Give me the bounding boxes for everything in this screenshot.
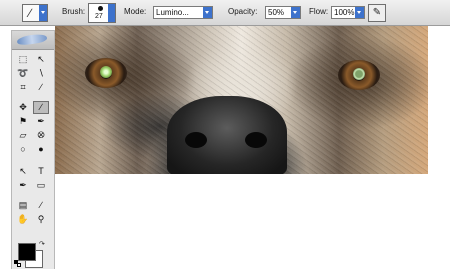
move-tool[interactable]: ↖ xyxy=(33,53,49,66)
marquee-tool[interactable]: ⬚ xyxy=(15,53,31,66)
brush-picker[interactable]: 27 xyxy=(88,3,116,23)
chevron-down-icon xyxy=(355,7,364,18)
palette-header[interactable] xyxy=(12,31,54,50)
lasso-tool[interactable]: ➰ xyxy=(15,67,31,80)
shape-tool[interactable]: ▭ xyxy=(33,179,49,192)
tool-preset-picker[interactable]: ∕ xyxy=(22,4,48,22)
pen-icon: ✒ xyxy=(19,180,27,190)
airbrush-toggle[interactable]: ✎ xyxy=(368,4,386,22)
flow-value: 100% xyxy=(334,8,355,17)
crop-tool[interactable]: ⌗ xyxy=(15,81,31,94)
marquee-icon: ⬚ xyxy=(18,54,28,64)
bucket-icon: ⭙ xyxy=(37,130,45,140)
healing-brush-tool[interactable]: ✥ xyxy=(15,101,31,114)
brush-size: 27 xyxy=(95,13,103,20)
document-canvas[interactable] xyxy=(55,26,428,174)
eraser-tool[interactable]: ▱ xyxy=(15,129,31,142)
airbrush-icon: ✎ xyxy=(372,7,382,18)
notes-tool[interactable]: ▤ xyxy=(15,199,31,212)
pen-tool[interactable]: ✒ xyxy=(15,179,31,192)
dodge-icon: ● xyxy=(38,144,44,154)
nostril xyxy=(245,132,267,148)
magnifier-icon: ⚲ xyxy=(37,214,45,224)
opacity-value: 50% xyxy=(268,8,285,17)
chevron-down-icon xyxy=(108,4,115,22)
tools-palette: ⬚ ↖ ➰ ∖ ⌗ ∕ ✥ ∕ ⚑ ✒ ▱ ⭙ ○ ● ↖ T ✒ ▭ ▤ ∕ … xyxy=(11,30,55,269)
bandage-icon: ✥ xyxy=(19,102,27,112)
nostril xyxy=(185,132,207,148)
chevron-down-icon xyxy=(291,7,300,18)
path-selection-tool[interactable]: ↖ xyxy=(15,165,31,178)
dog-nose xyxy=(167,96,287,174)
stamp-icon: ⚑ xyxy=(18,116,28,126)
brush-tool[interactable]: ∕ xyxy=(33,101,49,114)
default-colors-icon[interactable] xyxy=(14,260,21,267)
hand-tool[interactable]: ✋ xyxy=(15,213,31,226)
foreground-color-swatch[interactable] xyxy=(18,243,36,261)
eye-glow xyxy=(353,68,365,80)
flow-label: Flow: xyxy=(309,7,329,16)
chevron-down-icon xyxy=(203,7,212,18)
flow-field[interactable]: 100% xyxy=(331,6,365,19)
magic-wand-icon: ∖ xyxy=(38,68,44,78)
lasso-icon: ➰ xyxy=(17,68,29,78)
history-brush-icon: ✒ xyxy=(37,116,45,126)
move-icon: ↖ xyxy=(37,54,45,64)
brush-icon: ∕ xyxy=(29,6,32,20)
dodge-tool[interactable]: ● xyxy=(33,143,49,156)
swap-colors-icon[interactable]: ↷ xyxy=(39,240,45,248)
eyedropper-tool[interactable]: ∕ xyxy=(33,199,49,212)
arrow-icon: ↖ xyxy=(19,166,27,176)
brush-label: Brush: xyxy=(62,7,86,16)
hand-icon: ✋ xyxy=(17,214,29,224)
left-eye xyxy=(85,58,127,88)
eye-glow xyxy=(100,66,112,78)
brush-icon: ∕ xyxy=(40,102,42,112)
zoom-tool[interactable]: ⚲ xyxy=(33,213,49,226)
paint-bucket-tool[interactable]: ⭙ xyxy=(33,129,49,142)
eraser-icon: ▱ xyxy=(19,130,27,140)
slice-tool[interactable]: ∕ xyxy=(33,81,49,94)
options-bar: ∕ Brush: 27 Mode: Lumino... Opacity: 50%… xyxy=(0,0,450,26)
crop-icon: ⌗ xyxy=(20,82,26,92)
opacity-field[interactable]: 50% xyxy=(265,6,301,19)
mode-select[interactable]: Lumino... xyxy=(153,6,213,19)
history-brush-tool[interactable]: ✒ xyxy=(33,115,49,128)
chevron-down-icon xyxy=(39,5,47,21)
droplet-icon: ○ xyxy=(20,144,26,154)
brush-tip-icon xyxy=(98,6,103,11)
mode-label: Mode: xyxy=(124,7,147,16)
rectangle-icon: ▭ xyxy=(36,180,46,190)
type-tool[interactable]: T xyxy=(33,165,49,178)
clone-stamp-tool[interactable]: ⚑ xyxy=(15,115,31,128)
magic-wand-tool[interactable]: ∖ xyxy=(33,67,49,80)
mode-value: Lumino... xyxy=(156,8,189,17)
eyedropper-icon: ∕ xyxy=(40,200,42,210)
opacity-label: Opacity: xyxy=(228,7,258,16)
blur-tool[interactable]: ○ xyxy=(15,143,31,156)
right-eye xyxy=(338,60,380,90)
type-icon: T xyxy=(38,166,44,176)
slice-icon: ∕ xyxy=(40,82,42,92)
note-icon: ▤ xyxy=(18,200,28,210)
feather-logo-icon xyxy=(16,32,48,47)
